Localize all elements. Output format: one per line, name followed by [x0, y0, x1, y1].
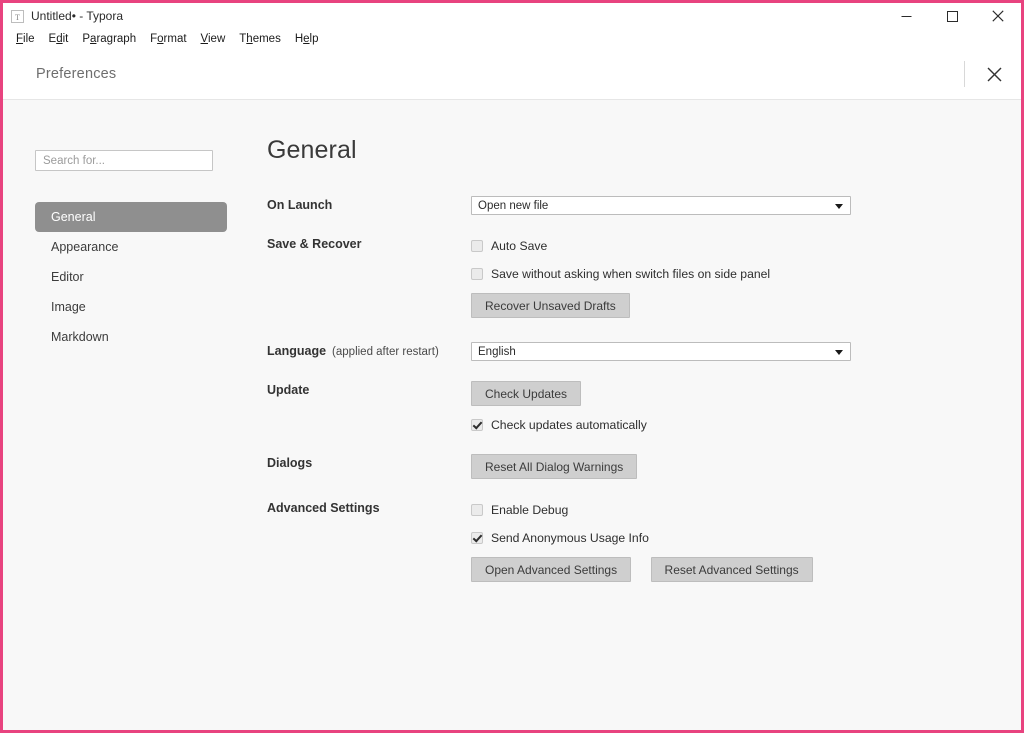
update-control: Check Updates Check updates automaticall…: [471, 381, 1021, 436]
open-advanced-settings-button[interactable]: Open Advanced Settings: [471, 557, 632, 582]
dialogs-control: Reset All Dialog Warnings: [471, 454, 1021, 479]
sidebar-item-label: Markdown: [51, 330, 109, 344]
on-launch-control: Open new file: [471, 196, 1021, 215]
language-control: English: [471, 342, 1021, 361]
maximize-button[interactable]: [929, 3, 975, 29]
preferences-nav-list: General Appearance Editor Image Markdown: [3, 202, 253, 352]
menu-bar: File Edit Paragraph Format View Themes H…: [3, 29, 1021, 49]
field-dialogs: Dialogs Reset All Dialog Warnings: [267, 454, 1021, 479]
menu-format[interactable]: Format: [143, 33, 193, 45]
on-launch-label: On Launch: [267, 198, 333, 212]
preferences-title: Preferences: [36, 66, 117, 82]
language-label-text: Language: [267, 344, 327, 358]
enable-debug-row[interactable]: Enable Debug: [471, 499, 1021, 521]
recover-unsaved-drafts-button[interactable]: Recover Unsaved Drafts: [471, 293, 630, 318]
close-preferences-button[interactable]: [979, 59, 1009, 89]
save-without-asking-label: Save without asking when switch files on…: [491, 267, 771, 281]
minimize-button[interactable]: [883, 3, 929, 29]
preferences-sidebar: General Appearance Editor Image Markdown: [3, 100, 253, 730]
close-icon: [992, 10, 1004, 22]
auto-save-label: Auto Save: [491, 239, 548, 253]
check-updates-automatically-row[interactable]: Check updates automatically: [471, 414, 1021, 436]
sidebar-item-label: Editor: [51, 270, 84, 284]
save-recover-label: Save & Recover: [267, 237, 362, 251]
sidebar-item-label: Image: [51, 300, 86, 314]
save-without-asking-checkbox[interactable]: [471, 268, 483, 280]
header-divider: [964, 61, 965, 87]
menu-edit[interactable]: Edit: [42, 33, 76, 45]
sidebar-item-editor[interactable]: Editor: [35, 262, 227, 292]
preferences-main-panel: General On Launch Open new file Save & R…: [253, 100, 1021, 730]
language-label: Language (applied after restart): [267, 342, 471, 358]
dialogs-label: Dialogs: [267, 456, 313, 470]
auto-save-row[interactable]: Auto Save: [471, 235, 1021, 257]
advanced-settings-control: Enable Debug Send Anonymous Usage Info O…: [471, 499, 1021, 582]
check-updates-automatically-label: Check updates automatically: [491, 418, 647, 432]
field-advanced-settings: Advanced Settings Enable Debug Send Anon…: [267, 499, 1021, 582]
reset-advanced-settings-button[interactable]: Reset Advanced Settings: [650, 557, 813, 582]
send-anonymous-usage-info-checkbox[interactable]: [471, 532, 483, 544]
language-note: (applied after restart): [332, 346, 439, 358]
reset-all-dialog-warnings-button[interactable]: Reset All Dialog Warnings: [471, 454, 638, 479]
auto-save-checkbox[interactable]: [471, 240, 483, 252]
save-recover-control: Auto Save Save without asking when switc…: [471, 235, 1021, 318]
sidebar-item-label: Appearance: [51, 240, 119, 254]
advanced-settings-label: Advanced Settings: [267, 501, 380, 515]
check-updates-button[interactable]: Check Updates: [471, 381, 582, 406]
save-without-asking-row[interactable]: Save without asking when switch files on…: [471, 263, 1021, 285]
check-updates-automatically-checkbox[interactable]: [471, 419, 483, 431]
on-launch-select-value: Open new file: [478, 199, 549, 212]
chevron-down-icon: [835, 349, 843, 355]
typora-window: T Untitled• - Typora File Edit Paragraph…: [0, 0, 1024, 733]
preferences-body: General Appearance Editor Image Markdown…: [3, 100, 1021, 730]
on-launch-select[interactable]: Open new file: [471, 196, 851, 215]
sidebar-item-label: General: [51, 210, 96, 224]
minimize-icon: [901, 15, 911, 17]
send-anonymous-usage-info-label: Send Anonymous Usage Info: [491, 531, 649, 545]
preferences-header: Preferences: [3, 49, 1021, 100]
sidebar-item-general[interactable]: General: [35, 202, 227, 232]
close-icon: [987, 67, 1001, 81]
field-language: Language (applied after restart) English: [267, 342, 1021, 361]
menu-help[interactable]: Help: [288, 33, 326, 45]
search-input[interactable]: [35, 150, 213, 171]
menu-themes[interactable]: Themes: [232, 33, 288, 45]
enable-debug-label: Enable Debug: [491, 503, 569, 517]
menu-view[interactable]: View: [194, 33, 233, 45]
field-on-launch: On Launch Open new file: [267, 196, 1021, 215]
title-bar: T Untitled• - Typora: [3, 3, 1021, 29]
update-label: Update: [267, 383, 310, 397]
field-save-recover: Save & Recover Auto Save Save without as…: [267, 235, 1021, 318]
close-window-button[interactable]: [975, 3, 1021, 29]
advanced-buttons-row: Open Advanced Settings Reset Advanced Se…: [471, 557, 1021, 582]
typora-app-icon: T: [11, 9, 24, 23]
send-anonymous-usage-info-row[interactable]: Send Anonymous Usage Info: [471, 527, 1021, 549]
menu-paragraph[interactable]: Paragraph: [75, 33, 143, 45]
maximize-icon: [946, 10, 958, 22]
window-controls: [883, 3, 1021, 29]
field-update: Update Check Updates Check updates autom…: [267, 381, 1021, 436]
preferences-header-actions: [964, 49, 1009, 99]
sidebar-item-image[interactable]: Image: [35, 292, 227, 322]
sidebar-item-markdown[interactable]: Markdown: [35, 322, 227, 352]
window-title: Untitled• - Typora: [31, 9, 124, 23]
page-title: General: [267, 136, 357, 164]
chevron-down-icon: [835, 203, 843, 209]
menu-file[interactable]: File: [9, 33, 42, 45]
title-bar-left: T Untitled• - Typora: [3, 9, 123, 23]
language-select[interactable]: English: [471, 342, 851, 361]
language-select-value: English: [478, 345, 516, 358]
sidebar-item-appearance[interactable]: Appearance: [35, 232, 227, 262]
enable-debug-checkbox[interactable]: [471, 504, 483, 516]
